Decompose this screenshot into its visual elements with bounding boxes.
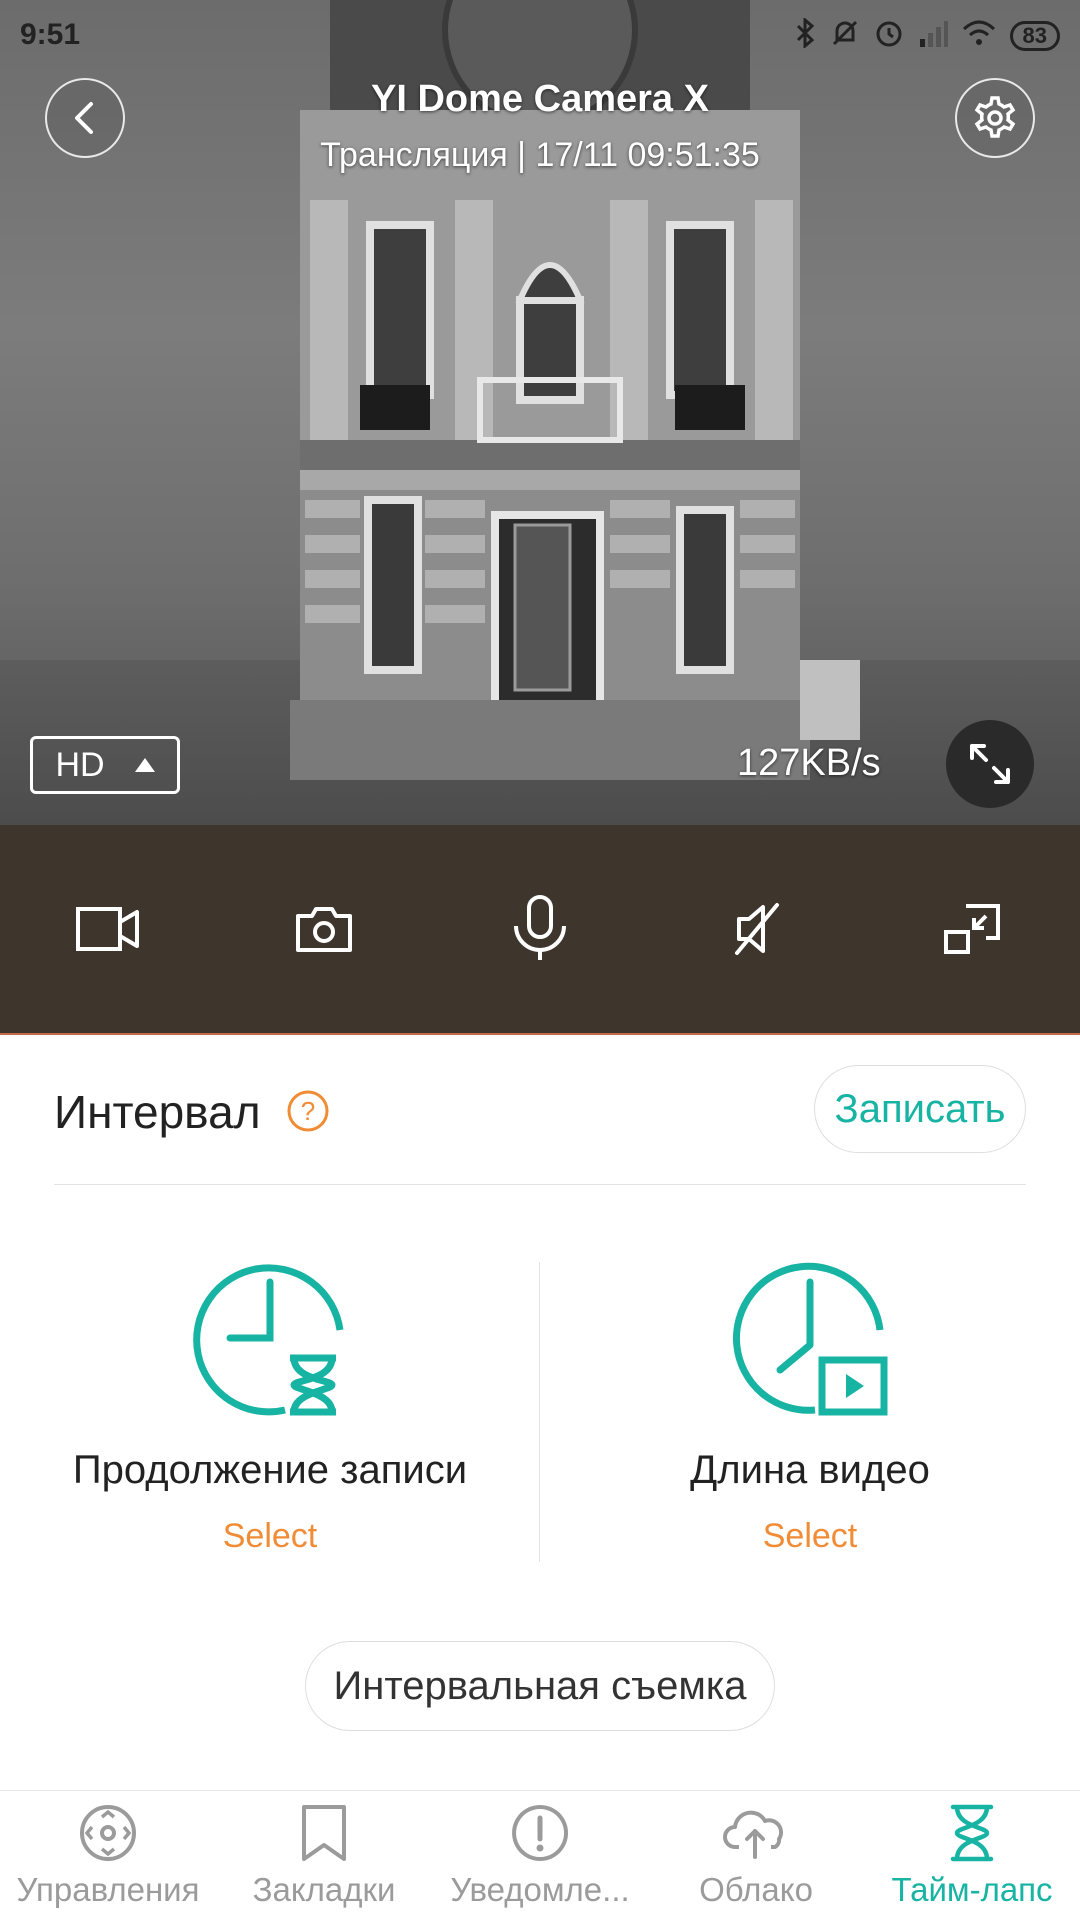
caret-up-icon <box>134 758 155 772</box>
recording-duration-option[interactable]: Продолжение записи Select <box>0 1260 540 1556</box>
timelapse-shoot-button[interactable]: Интервальная съемка <box>305 1641 775 1731</box>
hourglass-icon <box>950 1804 994 1862</box>
nav-item-control[interactable]: Управления <box>0 1791 216 1920</box>
snapshot-button[interactable] <box>269 874 379 984</box>
mute-bell-icon <box>830 18 860 53</box>
gear-icon <box>974 96 1016 138</box>
svg-text:?: ? <box>301 1096 315 1126</box>
battery-indicator: 83 <box>1009 20 1060 51</box>
video-feed[interactable]: 9:51 83 YI Dome Camera X Трансляция | 17… <box>0 0 1080 825</box>
alert-icon <box>512 1805 569 1861</box>
control-icon <box>80 1805 136 1861</box>
microphone-button[interactable] <box>485 874 595 984</box>
clock-video-icon <box>732 1262 888 1416</box>
record-button[interactable]: Записать <box>814 1065 1026 1153</box>
nav-label: Закладки <box>252 1871 396 1908</box>
status-time: 9:51 <box>20 18 81 51</box>
nav-item-notifications[interactable]: Уведомле... <box>432 1791 648 1920</box>
speaker-mute-icon <box>735 903 779 955</box>
speaker-toggle-button[interactable] <box>701 874 811 984</box>
status-bar: 9:51 83 <box>0 0 1080 70</box>
camera-scene-image <box>290 0 860 780</box>
nav-label: Тайм-лапс <box>891 1871 1053 1908</box>
video-length-option[interactable]: Длина видео Select <box>540 1260 1080 1556</box>
quality-label: HD <box>55 745 105 784</box>
clock-hourglass-icon <box>193 1264 344 1416</box>
fullscreen-button[interactable] <box>946 720 1034 808</box>
stream-subtitle: Трансляция | 17/11 09:51:35 <box>320 136 760 174</box>
picture-in-picture-icon <box>944 904 1000 954</box>
header-divider <box>54 1184 1026 1185</box>
nav-item-timelapse[interactable]: Тайм-лапс <box>864 1791 1080 1920</box>
option-value[interactable]: Select <box>540 1517 1080 1556</box>
camera-controls <box>0 825 1080 1035</box>
panel-title: Интервал <box>54 1086 261 1138</box>
pip-button[interactable] <box>917 874 1027 984</box>
signal-icon <box>918 19 948 52</box>
camera-title: YI Dome Camera X <box>371 78 709 120</box>
help-icon[interactable]: ? <box>286 1089 330 1138</box>
nav-label: Уведомле... <box>450 1871 630 1908</box>
quality-selector[interactable]: HD <box>30 736 180 794</box>
bottom-nav: Управления Закладки Уведомле... Облако Т… <box>0 1790 1080 1920</box>
nav-label: Управления <box>16 1871 200 1908</box>
expand-icon <box>970 744 1010 784</box>
option-value[interactable]: Select <box>0 1517 540 1556</box>
nav-item-bookmarks[interactable]: Закладки <box>216 1791 432 1920</box>
video-record-icon <box>76 907 139 951</box>
alarm-icon <box>874 18 904 53</box>
status-icons: 83 <box>794 16 1060 53</box>
timelapse-header: Интервал ? Записать <box>54 1065 1026 1185</box>
option-label: Продолжение записи <box>72 1448 468 1492</box>
nav-label: Облако <box>699 1871 813 1908</box>
bookmark-icon <box>302 1805 346 1861</box>
bluetooth-icon <box>794 16 816 53</box>
settings-button[interactable] <box>955 78 1035 158</box>
microphone-icon <box>514 895 566 960</box>
camera-icon <box>296 907 352 952</box>
wifi-icon <box>962 19 996 52</box>
nav-item-cloud[interactable]: Облако <box>648 1791 864 1920</box>
option-label: Длина видео <box>690 1448 930 1492</box>
record-video-button[interactable] <box>53 874 163 984</box>
bitrate-readout: 127KB/s <box>737 742 881 784</box>
cloud-icon <box>723 1810 783 1859</box>
